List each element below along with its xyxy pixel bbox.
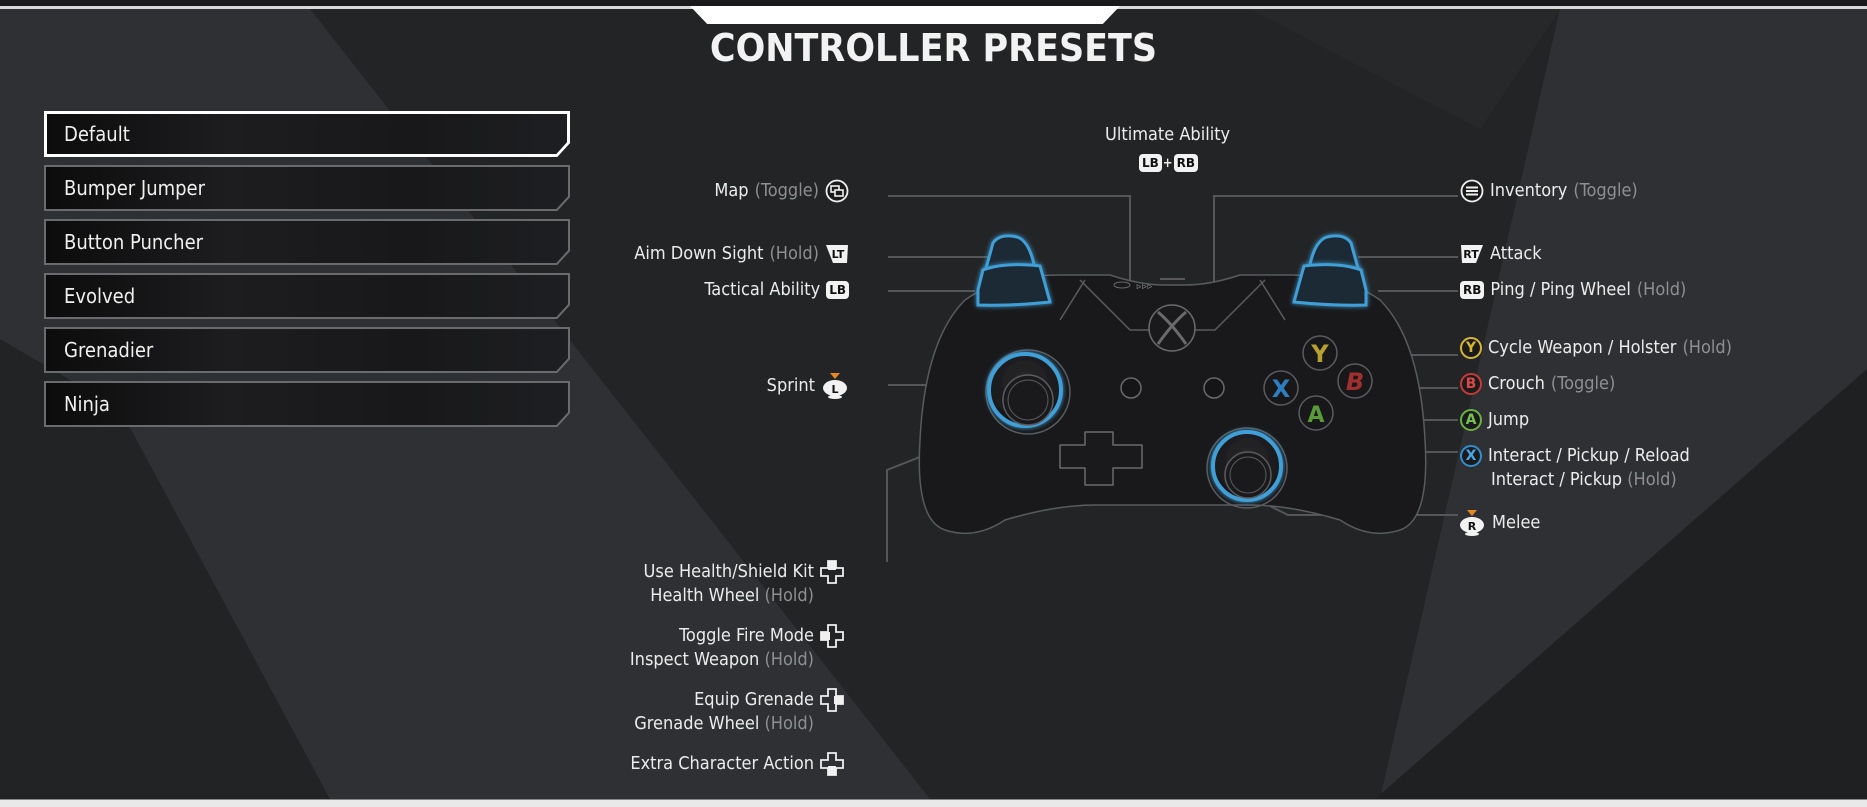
lb-icon: LB <box>1139 154 1162 172</box>
binding-dpad-right: Equip Grenade Grenade Wheel (Hold) <box>634 688 844 736</box>
controller-body: ᐅᐅᐅ Y B A X <box>918 234 1427 535</box>
action-label: Extra Character Action <box>630 753 814 774</box>
modifier-label: (Toggle) <box>754 180 819 201</box>
svg-text:ᐅᐅᐅ: ᐅᐅᐅ <box>1136 283 1152 291</box>
binding-ultimate: Ultimate Ability <box>1105 123 1230 147</box>
binding-tactical: Tactical Ability LB <box>704 278 849 302</box>
action-label: Ultimate Ability <box>1105 124 1231 145</box>
svg-text:R: R <box>1468 520 1477 533</box>
lt-icon: LT <box>826 245 848 263</box>
hold-action-label: Grenade Wheel <box>634 713 760 734</box>
left-bumper <box>976 263 1052 307</box>
right-stick <box>1206 427 1288 509</box>
ultimate-combo: LB + RB <box>1139 154 1198 172</box>
hold-action-label: Interact / Pickup <box>1491 469 1623 490</box>
svg-text:A: A <box>1307 403 1324 428</box>
modifier-label: (Hold) <box>1636 279 1687 300</box>
rb-icon: RB <box>1460 281 1485 299</box>
rt-icon: RT <box>1461 245 1483 263</box>
lb-icon: LB <box>826 281 849 299</box>
action-label: Interact / Pickup / Reload <box>1488 445 1690 466</box>
menu-button-icon <box>1460 179 1484 203</box>
modifier-label: (Hold) <box>769 243 819 264</box>
left-stick-click-icon: L <box>823 373 847 399</box>
svg-text:RT: RT <box>1463 248 1479 261</box>
binding-b: B Crouch (Toggle) <box>1460 372 1615 396</box>
svg-text:B: B <box>1346 368 1364 396</box>
binding-aim: Aim Down Sight (Hold) LT <box>634 242 849 266</box>
action-label: Sprint <box>766 375 815 396</box>
b-button-icon: B <box>1460 373 1482 395</box>
view-button <box>1120 377 1142 399</box>
binding-ping: RB Ping / Ping Wheel (Hold) <box>1460 278 1686 302</box>
right-stick-click-icon: R <box>1460 510 1484 536</box>
xbox-logo-icon <box>1148 304 1196 352</box>
modifier-label: (Hold) <box>1627 469 1677 490</box>
binding-sprint: Sprint L <box>767 372 849 400</box>
plus-sign: + <box>1162 155 1173 171</box>
binding-dpad-up: Use Health/Shield Kit Health Wheel (Hold… <box>644 560 844 608</box>
hold-action-label: Health Wheel <box>650 585 760 606</box>
binding-y: Y Cycle Weapon / Holster (Hold) <box>1460 336 1732 360</box>
x-button-icon: X <box>1460 445 1482 467</box>
svg-text:LT: LT <box>832 248 845 261</box>
action-label: Melee <box>1492 512 1541 533</box>
left-stick <box>985 349 1071 435</box>
action-label: Jump <box>1488 409 1530 430</box>
action-label: Equip Grenade <box>694 689 814 710</box>
binding-a: A Jump <box>1460 408 1529 432</box>
dpad-right-icon <box>820 688 844 712</box>
modifier-label: (Hold) <box>764 649 814 670</box>
modifier-label: (Hold) <box>764 585 814 606</box>
modifier-label: (Toggle) <box>1573 180 1638 201</box>
rb-icon: RB <box>1173 154 1198 172</box>
action-label: Ping / Ping Wheel <box>1490 279 1631 300</box>
action-label: Attack <box>1490 243 1542 264</box>
controller-diagram: ᐅᐅᐅ Y B A X <box>886 195 1458 562</box>
binding-x: X Interact / Pickup / Reload Interact / … <box>1460 444 1690 492</box>
face-button-x: X <box>1263 370 1299 406</box>
action-label: Inventory <box>1490 180 1568 201</box>
a-button-icon: A <box>1460 409 1482 431</box>
action-label: Crouch <box>1488 373 1545 394</box>
action-label: Map <box>714 180 749 201</box>
dpad-up-icon <box>820 560 844 584</box>
modifier-label: (Hold) <box>1682 337 1732 358</box>
menu-button <box>1203 377 1225 399</box>
action-label: Cycle Weapon / Holster <box>1488 337 1677 358</box>
face-button-a: A <box>1298 395 1334 431</box>
binding-melee: R Melee <box>1458 509 1540 537</box>
action-label: Use Health/Shield Kit <box>643 561 814 582</box>
binding-dpad-left: Toggle Fire Mode Inspect Weapon (Hold) <box>630 624 844 672</box>
binding-dpad-down: Extra Character Action <box>630 752 844 776</box>
svg-text:X: X <box>1272 375 1291 403</box>
svg-text:Y: Y <box>1310 340 1329 368</box>
binding-inventory: Inventory (Toggle) <box>1460 179 1638 203</box>
modifier-label: (Hold) <box>764 713 814 734</box>
action-label: Aim Down Sight <box>634 243 764 264</box>
modifier-label: (Toggle) <box>1550 373 1616 394</box>
action-label: Tactical Ability <box>704 279 821 300</box>
view-button-icon <box>825 179 849 203</box>
y-button-icon: Y <box>1460 337 1482 359</box>
right-bumper <box>1292 263 1368 307</box>
dpad-down-icon <box>820 752 844 776</box>
face-button-b: B <box>1337 363 1373 399</box>
dpad-left-icon <box>820 624 844 648</box>
svg-text:L: L <box>831 383 838 396</box>
binding-map: Map (Toggle) <box>714 179 849 203</box>
face-button-y: Y <box>1302 335 1338 371</box>
binding-attack: RT Attack <box>1460 242 1542 266</box>
action-label: Toggle Fire Mode <box>679 625 814 646</box>
hold-action-label: Inspect Weapon <box>629 649 760 670</box>
